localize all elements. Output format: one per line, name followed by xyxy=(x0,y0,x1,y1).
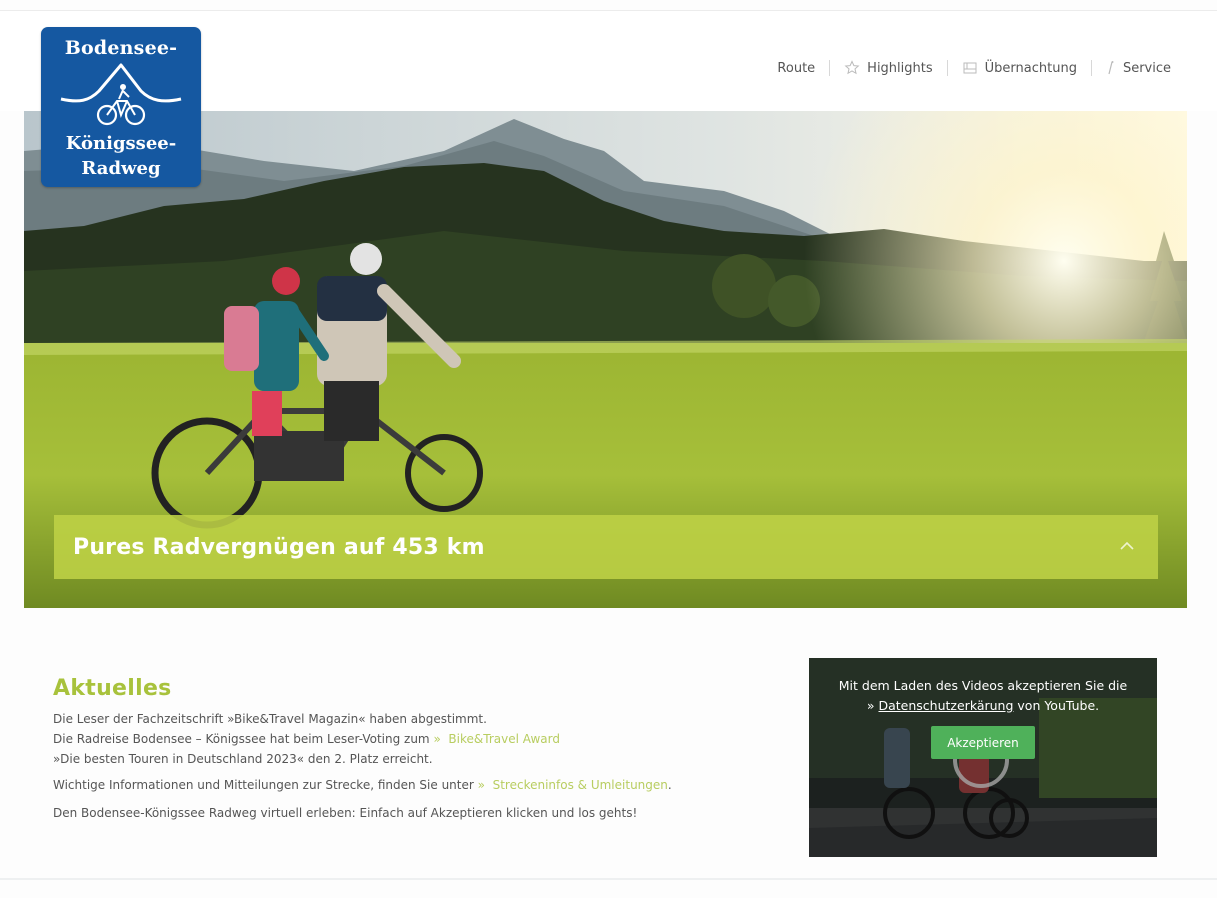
nav-item-label: Route xyxy=(777,60,816,76)
nav-item-highlights[interactable]: Highlights xyxy=(844,60,933,76)
logo-text-line3: Radweg xyxy=(81,158,161,179)
news-text: Wichtige Informationen und Mitteilungen … xyxy=(53,778,478,792)
nav-item-label: Service xyxy=(1122,60,1171,76)
news-paragraph-route-info: Wichtige Informationen und Mitteilungen … xyxy=(53,775,793,795)
link-arrow: » xyxy=(477,778,485,792)
info-icon xyxy=(1106,60,1116,76)
award-link[interactable]: Bike&Travel Award xyxy=(448,732,560,746)
news-paragraph-virtual: Den Bodensee-Königssee Radweg virtuell e… xyxy=(53,806,638,820)
link-arrow: » xyxy=(866,698,875,713)
nav-item-uebernachtung[interactable]: Übernachtung xyxy=(962,60,1077,76)
news-text: Die Leser der Fachzeitschrift »Bike&Trav… xyxy=(53,712,487,726)
bed-icon xyxy=(962,60,978,76)
star-icon xyxy=(844,60,860,76)
news-heading: Aktuelles xyxy=(53,676,172,701)
nav-separator xyxy=(829,60,831,76)
logo-mountain-bike-icon xyxy=(60,63,182,126)
video-consent-text: Mit dem Laden des Videos akzeptieren Sie… xyxy=(838,678,1128,693)
nav-item-label: Highlights xyxy=(867,60,933,76)
logo-text-line1: Bodensee- xyxy=(64,37,178,59)
hero-image: Pures Radvergnügen auf 453 km xyxy=(24,111,1187,608)
nav-separator xyxy=(946,60,948,76)
news-section: Aktuelles Die Leser der Fachzeitschrift … xyxy=(53,676,793,823)
chevron-up-icon[interactable] xyxy=(1118,537,1136,555)
news-paragraph-award: Die Leser der Fachzeitschrift »Bike&Trav… xyxy=(53,709,793,769)
nav-item-route[interactable]: Route xyxy=(777,61,815,76)
news-text: Die Radreise Bodensee – Königssee hat be… xyxy=(53,732,434,746)
news-text: . xyxy=(667,778,672,792)
video-consent-message: Mit dem Laden des Videos akzeptieren Sie… xyxy=(809,676,1157,716)
nav-separator xyxy=(1090,60,1092,76)
logo-text-line2: Königssee- xyxy=(65,133,177,154)
site-logo[interactable]: Bodensee- Königssee- Radweg xyxy=(41,27,201,187)
accept-button[interactable]: Akzeptieren xyxy=(931,726,1035,759)
hero-banner-title: Pures Radvergnügen auf 453 km xyxy=(73,534,485,560)
main-nav: Route Highlights Übernachtung Service xyxy=(777,60,1171,76)
nav-item-service[interactable]: Service xyxy=(1106,60,1171,76)
news-text: »Die besten Touren in Deutschland 2023« … xyxy=(53,752,433,766)
nav-item-label: Übernachtung xyxy=(984,60,1077,76)
link-arrow: » xyxy=(433,732,441,746)
video-consent-text: von YouTube. xyxy=(1013,698,1100,713)
bottom-divider xyxy=(0,878,1217,880)
privacy-policy-link[interactable]: Datenschutzerkärung xyxy=(879,698,1014,713)
youtube-video-placeholder: Mit dem Laden des Videos akzeptieren Sie… xyxy=(809,658,1157,857)
route-info-link[interactable]: Streckeninfos & Umleitungen xyxy=(493,778,668,792)
hero-banner[interactable]: Pures Radvergnügen auf 453 km xyxy=(54,515,1158,579)
